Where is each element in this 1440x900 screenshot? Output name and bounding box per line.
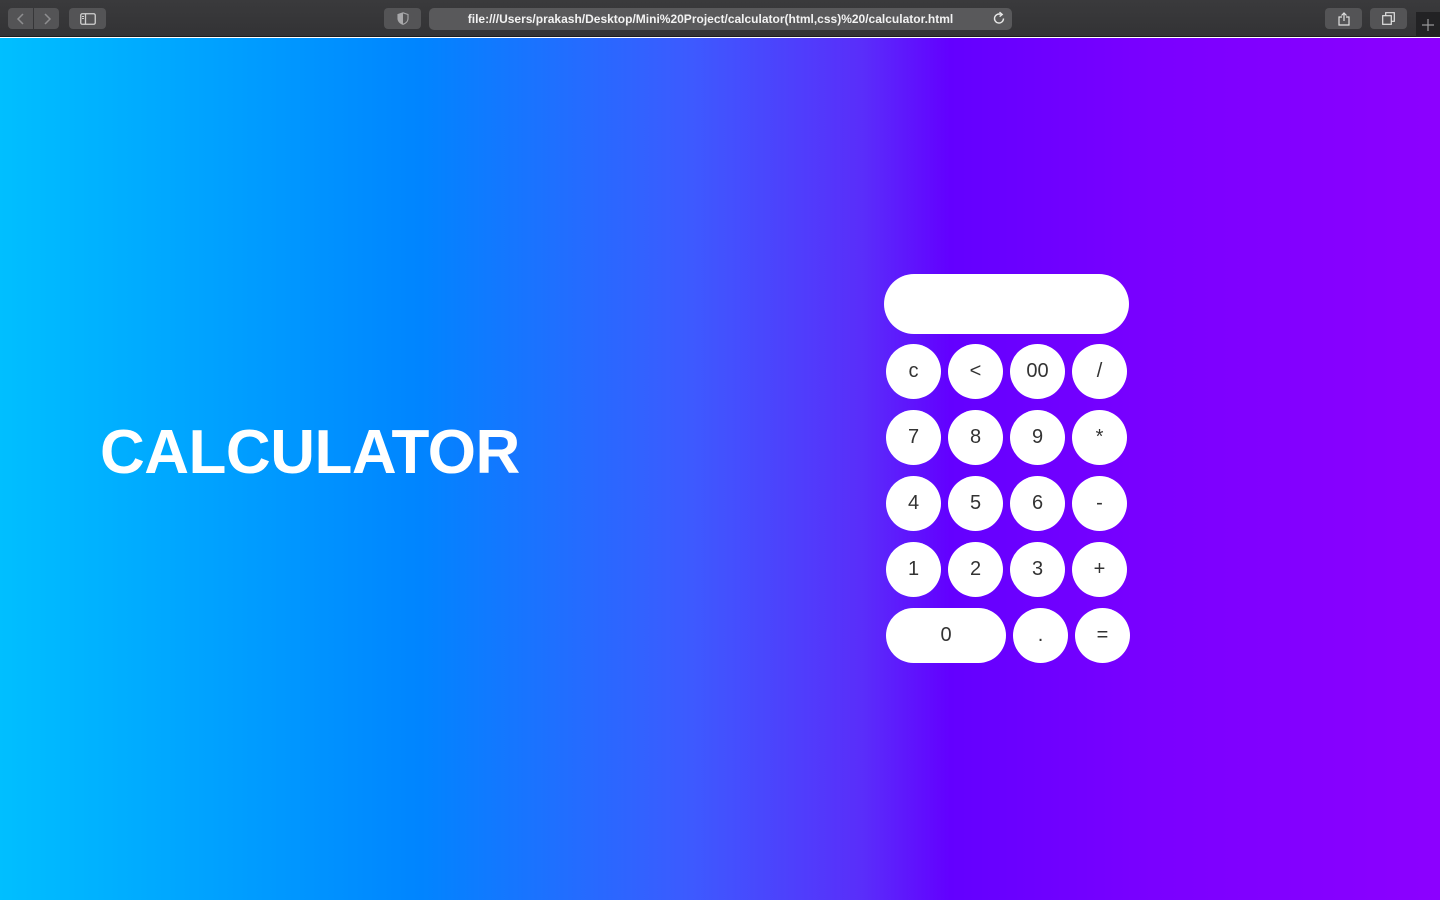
digit-5-button[interactable]: 5: [948, 476, 1003, 531]
url-text: file:///Users/prakash/Desktop/Mini%20Pro…: [467, 12, 954, 26]
plus-icon: [1422, 18, 1434, 31]
chevron-right-icon: [43, 12, 51, 25]
forward-button[interactable]: [34, 8, 59, 29]
subtract-button[interactable]: -: [1072, 476, 1127, 531]
chevron-left-icon: [16, 12, 24, 25]
digit-1-button[interactable]: 1: [886, 542, 941, 597]
digit-2-button[interactable]: 2: [948, 542, 1003, 597]
clear-button[interactable]: c: [886, 344, 941, 399]
calculator-display[interactable]: [884, 274, 1129, 334]
reload-icon[interactable]: [992, 11, 1006, 26]
page-content: CALCULATOR c < 00 / 7 8 9 * 4 5 6 - 1 2 …: [0, 38, 1440, 900]
divide-button[interactable]: /: [1072, 344, 1127, 399]
digit-9-button[interactable]: 9: [1010, 410, 1065, 465]
multiply-button[interactable]: *: [1072, 410, 1127, 465]
tab-overview-button[interactable]: [1370, 8, 1407, 29]
digit-7-button[interactable]: 7: [886, 410, 941, 465]
digit-0-button[interactable]: 0: [886, 608, 1006, 663]
address-bar[interactable]: file:///Users/prakash/Desktop/Mini%20Pro…: [429, 8, 1012, 30]
browser-toolbar: file:///Users/prakash/Desktop/Mini%20Pro…: [0, 0, 1440, 37]
new-tab-button[interactable]: [1416, 12, 1440, 37]
sidebar-icon: [79, 12, 96, 25]
digit-6-button[interactable]: 6: [1010, 476, 1065, 531]
back-button[interactable]: [8, 8, 33, 29]
backspace-button[interactable]: <: [948, 344, 1003, 399]
share-button[interactable]: [1325, 8, 1362, 29]
digit-3-button[interactable]: 3: [1010, 542, 1065, 597]
shield-icon: [396, 12, 409, 25]
share-icon: [1337, 11, 1350, 26]
equals-button[interactable]: =: [1075, 608, 1130, 663]
privacy-report-button[interactable]: [384, 8, 421, 29]
digit-8-button[interactable]: 8: [948, 410, 1003, 465]
tabs-icon: [1382, 12, 1395, 25]
sidebar-toggle-button[interactable]: [69, 8, 106, 29]
double-zero-button[interactable]: 00: [1010, 344, 1065, 399]
add-button[interactable]: +: [1072, 542, 1127, 597]
decimal-button[interactable]: .: [1013, 608, 1068, 663]
digit-4-button[interactable]: 4: [886, 476, 941, 531]
page-title: CALCULATOR: [100, 418, 520, 487]
